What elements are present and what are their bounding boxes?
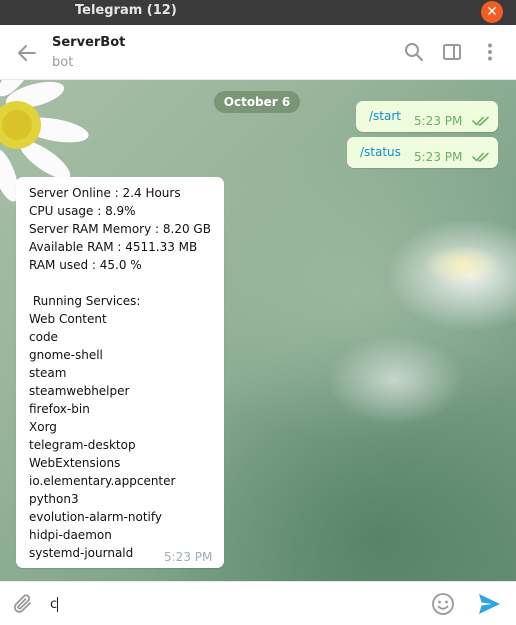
message-line: hidpi-daemon [29, 528, 112, 542]
message-line: systemd-journald [29, 546, 134, 560]
message-line: code [29, 330, 58, 344]
message-time: 5:23 PM [414, 114, 463, 128]
message-line: python3 [29, 492, 79, 506]
outgoing-message[interactable]: /status 5:23 PM [347, 137, 498, 168]
search-icon[interactable] [403, 41, 425, 63]
message-line: CPU usage : 8.9% [29, 204, 136, 218]
window-title: Telegram (12) [75, 3, 177, 18]
message-line: evolution-alarm-notify [29, 510, 162, 524]
message-line: Server RAM Memory : 8.20 GB [29, 222, 211, 236]
message-line: telegram-desktop [29, 438, 136, 452]
double-check-icon [472, 116, 489, 126]
back-arrow-icon[interactable] [15, 41, 39, 65]
message-time: 5:23 PM [414, 150, 463, 164]
more-vertical-icon[interactable] [479, 41, 501, 63]
send-icon[interactable] [476, 591, 502, 617]
sidebar-toggle-icon[interactable] [441, 41, 463, 63]
chat-status: bot [52, 55, 74, 70]
date-separator: October 6 [214, 91, 300, 113]
bot-command-link[interactable]: /status [360, 145, 401, 159]
double-check-icon [472, 152, 489, 162]
message-line: Available RAM : 4511.33 MB [29, 240, 198, 254]
message-line: Web Content [29, 312, 107, 326]
message-line: Server Online : 2.4 Hours [29, 186, 181, 200]
chat-area[interactable]: October 6 /start 5:23 PM /status 5:23 PM… [0, 80, 516, 581]
message-line: firefox-bin [29, 402, 90, 416]
message-line: gnome-shell [29, 348, 103, 362]
window-titlebar: Telegram (12) ✕ [0, 0, 516, 25]
message-line: Xorg [29, 420, 57, 434]
message-line: WebExtensions [29, 456, 121, 470]
message-line: io.elementary.appcenter [29, 474, 176, 488]
message-line: steam [29, 366, 67, 380]
message-line: Running Services: [29, 294, 141, 308]
date-label: October 6 [223, 95, 291, 109]
text-cursor [57, 597, 58, 612]
message-composer [0, 581, 516, 625]
message-line: steamwebhelper [29, 384, 130, 398]
bot-command-link[interactable]: /start [369, 109, 401, 123]
message-input[interactable] [50, 591, 410, 617]
outgoing-message[interactable]: /start 5:23 PM [356, 101, 498, 132]
close-icon: ✕ [486, 4, 498, 20]
chat-name[interactable]: ServerBot [52, 35, 125, 50]
emoji-icon[interactable] [431, 592, 455, 616]
chat-header: ServerBot bot [0, 25, 516, 80]
paperclip-icon[interactable] [11, 592, 35, 616]
incoming-message[interactable]: Server Online : 2.4 Hours CPU usage : 8.9… [16, 177, 224, 568]
message-time: 5:23 PM [164, 550, 213, 564]
close-button[interactable]: ✕ [481, 1, 503, 23]
message-line: RAM used : 45.0 % [29, 258, 142, 272]
